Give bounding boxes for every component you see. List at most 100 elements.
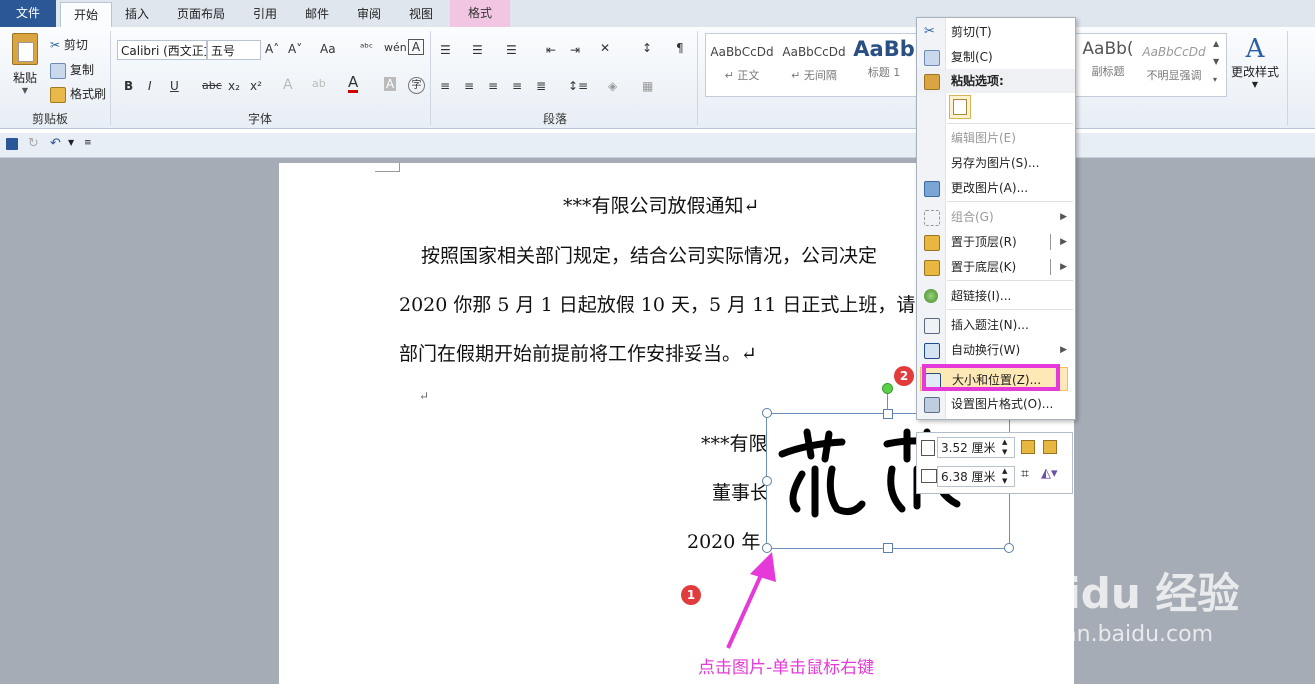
- resize-handle-bottom-right[interactable]: [1004, 543, 1014, 553]
- text-effects-icon[interactable]: A: [283, 77, 293, 93]
- align-left-icon[interactable]: ≡: [440, 79, 450, 93]
- undo-dropdown-icon[interactable]: ▼: [68, 138, 74, 147]
- style-subtitle[interactable]: AaBb( 副标题: [1074, 35, 1142, 91]
- undo-icon[interactable]: ↶: [50, 136, 61, 151]
- rotate-objects-icon[interactable]: ◭▾: [1041, 466, 1058, 481]
- shading-icon[interactable]: ◈: [608, 79, 617, 93]
- caption-icon: [924, 318, 940, 334]
- superscript-button[interactable]: x²: [250, 79, 262, 93]
- character-shading-button[interactable]: A: [384, 77, 397, 91]
- tab-insert[interactable]: 插入: [114, 2, 160, 26]
- font-name-combo[interactable]: Calibri (西文正文): [117, 40, 207, 60]
- bring-forward-icon[interactable]: [1021, 440, 1035, 454]
- menu-item-hyperlink[interactable]: 超链接(I)...: [917, 284, 1075, 308]
- underline-button[interactable]: U: [170, 79, 179, 93]
- paste-button[interactable]: 粘贴 ▼: [8, 33, 42, 95]
- subscript-button[interactable]: x₂: [228, 79, 240, 93]
- numbering-icon[interactable]: ☰: [472, 43, 483, 57]
- style-name: 副标题: [1091, 65, 1125, 78]
- menu-item-insert-caption[interactable]: 插入题注(N)...: [917, 313, 1075, 337]
- align-center-icon[interactable]: ≡: [464, 79, 474, 93]
- style-sample: AaBbCcDd: [1142, 45, 1206, 59]
- format-painter-button[interactable]: 格式刷: [50, 85, 106, 103]
- bold-button[interactable]: B: [124, 79, 133, 93]
- align-right-icon[interactable]: ≡: [488, 79, 498, 93]
- menu-item-edit-picture[interactable]: 编辑图片(E): [917, 126, 1075, 150]
- justify-icon[interactable]: ≡: [512, 79, 522, 93]
- menu-item-cut[interactable]: ✂ 剪切(T): [917, 20, 1075, 44]
- group-divider: [1287, 31, 1288, 125]
- width-spinner-icon[interactable]: ▲ ▼: [1002, 466, 1007, 486]
- menu-item-text-wrapping[interactable]: 自动换行(W) ▶: [917, 338, 1075, 362]
- tab-review[interactable]: 审阅: [346, 2, 392, 26]
- hyperlink-icon: [924, 289, 938, 303]
- menu-item-copy[interactable]: 复制(C): [917, 45, 1075, 69]
- annotation-arrow: [726, 552, 776, 649]
- style-no-spacing[interactable]: AaBbCcDd ↵ 无间隔: [780, 35, 848, 91]
- redo-disabled-icon[interactable]: ↻: [28, 136, 39, 151]
- cut-button[interactable]: ✂ 剪切: [50, 36, 88, 53]
- tab-home[interactable]: 开始: [60, 2, 112, 28]
- submenu-arrow-icon[interactable]: ▶: [1060, 255, 1067, 279]
- italic-button[interactable]: I: [148, 79, 152, 93]
- character-border-icon[interactable]: wén: [384, 41, 407, 54]
- tab-references[interactable]: 引用: [242, 2, 288, 26]
- tab-picture-format[interactable]: 格式: [450, 0, 510, 27]
- font-color-button[interactable]: A: [348, 75, 359, 93]
- resize-handle-top[interactable]: [883, 409, 893, 419]
- shrink-font-button[interactable]: A˅: [288, 42, 302, 56]
- text-border-icon[interactable]: A: [408, 39, 424, 55]
- change-case-button[interactable]: Aa: [320, 42, 336, 56]
- height-spinner-icon[interactable]: ▲ ▼: [1002, 437, 1007, 457]
- rotate-handle[interactable]: [882, 383, 893, 394]
- menu-item-label: 另存为图片(S)...: [951, 156, 1040, 170]
- crop-icon[interactable]: ⌗: [1021, 466, 1029, 482]
- change-styles-button[interactable]: A 更改样式 ▼: [1230, 35, 1280, 89]
- distributed-icon[interactable]: ≣: [536, 79, 546, 93]
- show-marks-icon[interactable]: ¶: [676, 41, 684, 55]
- enclose-characters-icon[interactable]: 字: [408, 77, 425, 94]
- menu-item-save-as-picture[interactable]: 另存为图片(S)...: [917, 151, 1075, 175]
- format-painter-icon: [50, 86, 66, 103]
- style-heading-1[interactable]: AaBb 标题 1: [852, 35, 916, 91]
- submenu-arrow-icon[interactable]: ▶: [1060, 230, 1067, 254]
- grow-font-button[interactable]: A˄: [265, 42, 279, 56]
- tab-mailings[interactable]: 邮件: [294, 2, 340, 26]
- resize-handle-top-left[interactable]: [762, 408, 772, 418]
- highlight-color-icon[interactable]: ab: [312, 77, 326, 90]
- menu-item-send-to-back[interactable]: 置于底层(K) ▶: [917, 255, 1075, 279]
- decrease-indent-icon[interactable]: ⇤: [546, 43, 556, 57]
- resize-handle-bottom[interactable]: [883, 543, 893, 553]
- save-icon[interactable]: [6, 138, 18, 150]
- format-picture-icon: [924, 397, 940, 413]
- style-sample: AaBb(: [1082, 39, 1134, 59]
- phonetic-guide-icon[interactable]: ᵃᵇᶜ: [360, 41, 373, 54]
- menu-item-change-picture[interactable]: 更改图片(A)...: [917, 176, 1075, 200]
- style-name: 标题 1: [867, 66, 901, 79]
- bullets-icon[interactable]: ☰: [440, 43, 451, 57]
- sort-icon[interactable]: ↕: [642, 41, 652, 55]
- tab-view[interactable]: 视图: [398, 2, 444, 26]
- customize-qat-icon[interactable]: ≡: [84, 138, 92, 148]
- menu-item-bring-to-front[interactable]: 置于顶层(R) ▶: [917, 230, 1075, 254]
- style-name: ↵ 无间隔: [791, 69, 837, 82]
- style-subtle-emphasis[interactable]: AaBbCcDd 不明显强调: [1140, 35, 1208, 91]
- borders-icon[interactable]: ▦: [642, 79, 653, 93]
- font-size-combo[interactable]: 五号: [207, 40, 261, 60]
- chinese-layout-icon[interactable]: ✕: [600, 41, 610, 55]
- copy-button[interactable]: 复制: [50, 61, 94, 79]
- strikethrough-button[interactable]: abc: [202, 79, 222, 92]
- gallery-scroll-icon[interactable]: ▲ ▼ ▾: [1213, 35, 1219, 89]
- paste-keep-picture-button[interactable]: [949, 95, 971, 119]
- tab-page-layout[interactable]: 页面布局: [166, 2, 236, 26]
- tab-file[interactable]: 文件: [0, 0, 56, 27]
- style-normal[interactable]: AaBbCcDd ↵ 正文: [708, 35, 776, 91]
- line-spacing-icon[interactable]: ↕≡: [568, 79, 588, 93]
- menu-item-format-picture[interactable]: 设置图片格式(O)...: [917, 392, 1075, 416]
- menu-item-group[interactable]: 组合(G) ▶: [917, 205, 1075, 229]
- multilevel-list-icon[interactable]: ☰: [506, 43, 517, 57]
- signature-company: ***有限: [701, 433, 768, 455]
- increase-indent-icon[interactable]: ⇥: [570, 43, 580, 57]
- resize-handle-left[interactable]: [762, 476, 772, 486]
- send-backward-icon[interactable]: [1043, 440, 1057, 454]
